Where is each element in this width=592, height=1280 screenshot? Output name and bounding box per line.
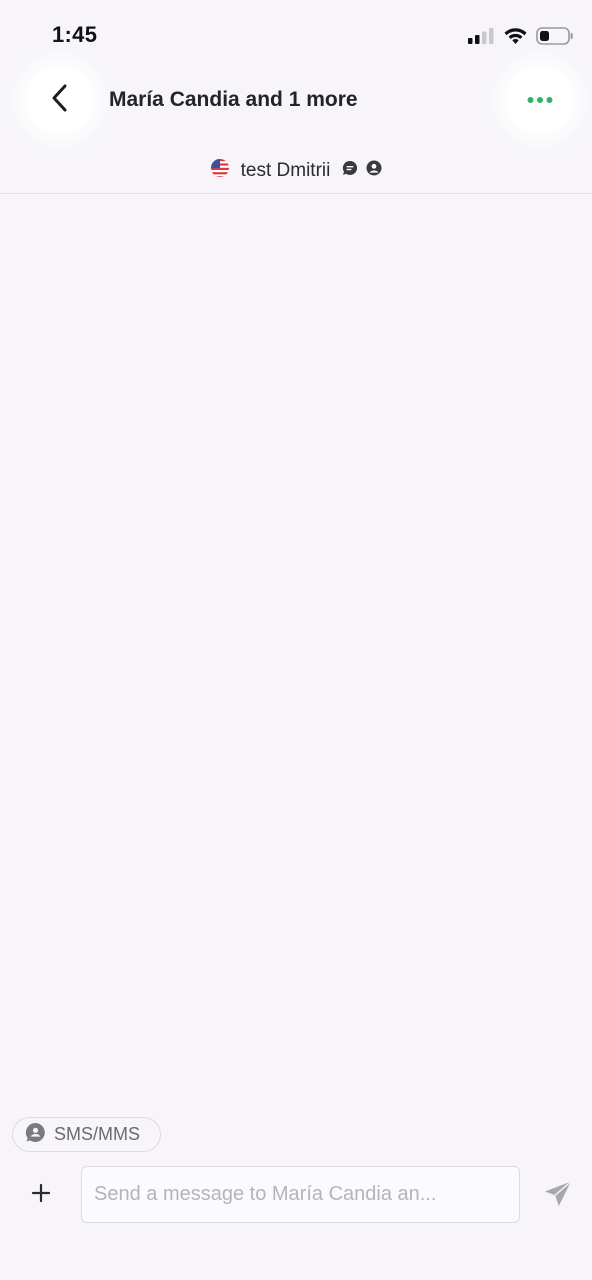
more-options-button[interactable] [507, 67, 573, 133]
conversation-screen: 1:45 María Candia and 1 more test Dmitri… [0, 0, 592, 1280]
channel-label: SMS/MMS [54, 1124, 141, 1144]
sms-bubble-icon [25, 1122, 46, 1148]
status-icons [467, 26, 574, 51]
status-bar: 1:45 [0, 0, 592, 64]
send-button[interactable] [541, 1180, 575, 1212]
chat-bubble-icon [342, 160, 358, 181]
channel-selector[interactable]: SMS/MMS [12, 1117, 161, 1152]
chevron-left-icon [49, 83, 71, 118]
contact-avatar-icon [366, 160, 382, 181]
conversation-subtitle[interactable]: test Dmitrii [0, 158, 592, 183]
battery-icon [536, 26, 574, 51]
add-attachment-button[interactable] [26, 1180, 56, 1210]
cellular-signal-icon [467, 27, 495, 50]
status-time: 1:45 [52, 22, 98, 47]
plus-icon [31, 1183, 51, 1208]
phone-line-name: test Dmitrii [240, 159, 331, 181]
conversation-header: María Candia and 1 more test Dmitrii [0, 64, 592, 194]
more-dots-icon [527, 91, 553, 109]
back-button[interactable] [27, 67, 93, 133]
us-flag-icon [210, 158, 230, 183]
send-icon [543, 1180, 573, 1213]
message-list[interactable] [0, 195, 592, 1105]
message-input[interactable] [81, 1166, 520, 1223]
conversation-title: María Candia and 1 more [109, 88, 358, 111]
wifi-icon [503, 27, 528, 50]
